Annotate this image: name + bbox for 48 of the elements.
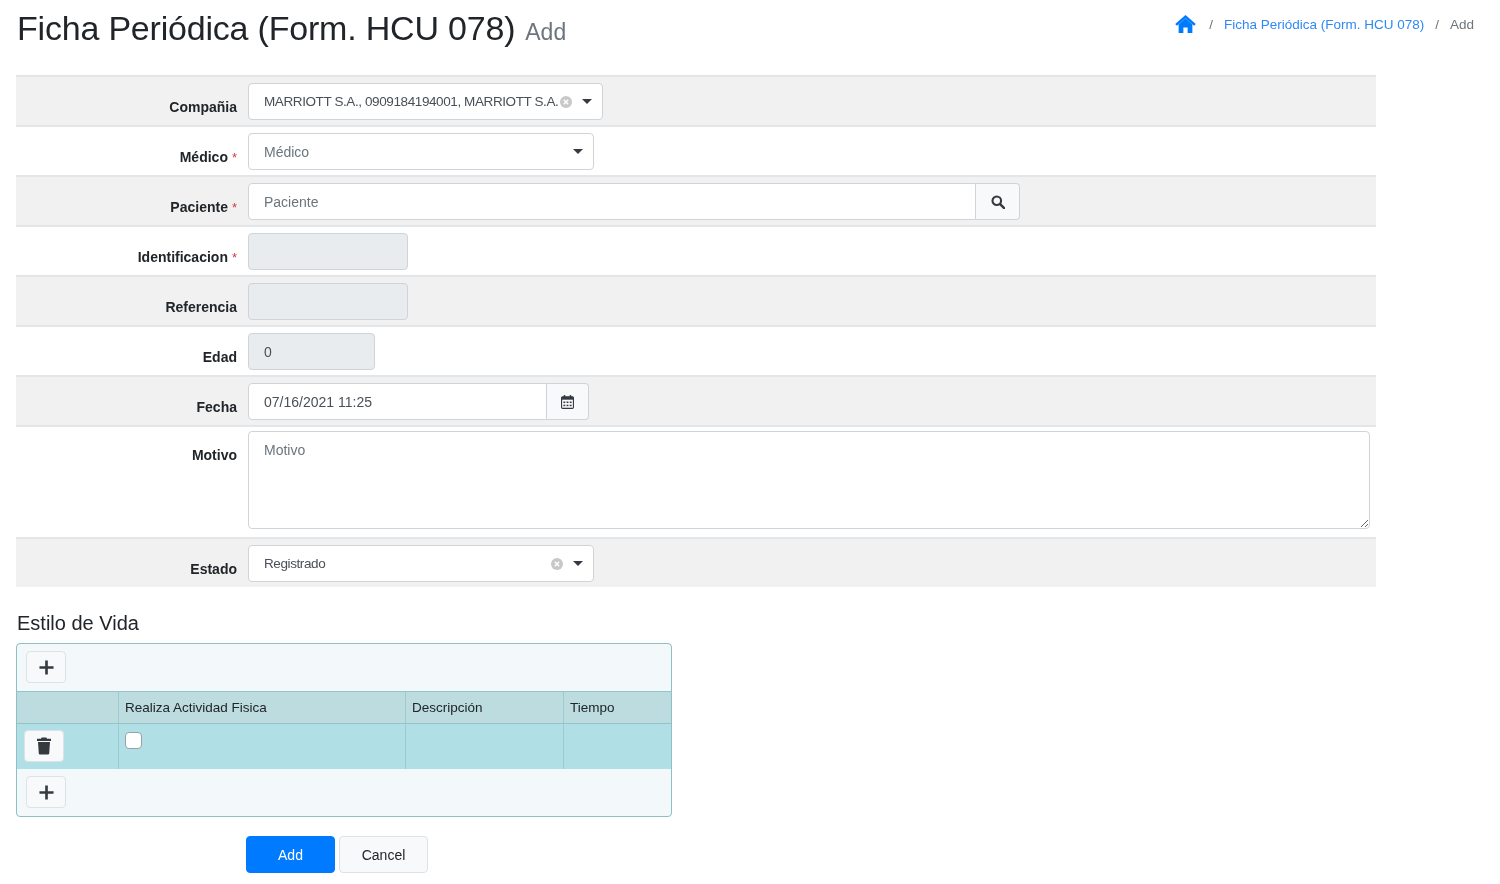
required-asterisk: * xyxy=(231,150,237,165)
search-icon xyxy=(990,194,1005,209)
select-field[interactable]: Médico xyxy=(248,133,594,170)
caret-icon[interactable] xyxy=(582,99,593,104)
search-button[interactable] xyxy=(976,183,1020,220)
text-field[interactable] xyxy=(248,233,408,270)
delete-row-button[interactable] xyxy=(24,730,64,762)
calendar-button[interactable] xyxy=(547,383,589,420)
search-field[interactable]: Paciente xyxy=(248,183,976,220)
breadcrumb-current: Add xyxy=(1449,16,1474,32)
trash-icon xyxy=(37,737,51,755)
select-field[interactable]: MARRIOTT S.A., 0909184194001, MARRIOTT S.A. xyxy=(248,83,604,120)
column-header: Realiza Actividad Fisica xyxy=(118,692,405,723)
submit-button[interactable]: Add xyxy=(246,836,335,873)
caret-icon[interactable] xyxy=(573,149,583,154)
text-area[interactable]: Motivo xyxy=(248,431,1370,529)
field-label: Motivo xyxy=(191,447,237,463)
breadcrumb-separator: / xyxy=(1435,16,1439,32)
date-field[interactable]: 07/16/2021 11:25 xyxy=(248,383,547,420)
field-label: Identificacion xyxy=(137,249,228,265)
page-title: Ficha Periódica (Form. HCU 078) xyxy=(17,8,516,48)
plus-icon xyxy=(38,784,54,800)
field-label: Médico xyxy=(179,149,228,165)
field-label: Paciente xyxy=(170,199,228,215)
breadcrumb-separator: / xyxy=(1209,16,1213,32)
section-title: Estilo de Vida xyxy=(17,611,139,636)
caret-icon[interactable] xyxy=(573,561,583,566)
calendar-icon xyxy=(561,394,574,409)
field-label: Edad xyxy=(202,349,237,365)
text-field[interactable] xyxy=(248,283,408,320)
add-row-button[interactable] xyxy=(26,651,66,683)
plus-icon xyxy=(38,659,54,675)
page-subtitle: Add xyxy=(525,18,567,47)
breadcrumb-link[interactable]: Ficha Periódica (Form. HCU 078) xyxy=(1223,16,1425,32)
field-label: Estado xyxy=(190,561,237,577)
field-label: Fecha xyxy=(196,399,237,415)
checkbox[interactable] xyxy=(125,732,142,749)
select-field[interactable]: Registrado xyxy=(248,545,594,582)
cancel-button[interactable]: Cancel xyxy=(339,836,428,873)
add-row-button[interactable] xyxy=(26,776,66,808)
column-header: Descripción xyxy=(405,692,563,723)
home-icon[interactable] xyxy=(1175,15,1197,33)
field-label: Compañia xyxy=(169,99,237,115)
column-header: Tiempo xyxy=(563,692,671,723)
required-asterisk: * xyxy=(231,250,237,265)
number-field[interactable]: 0 xyxy=(248,333,375,370)
field-label: Referencia xyxy=(165,299,237,315)
required-asterisk: * xyxy=(231,200,237,215)
